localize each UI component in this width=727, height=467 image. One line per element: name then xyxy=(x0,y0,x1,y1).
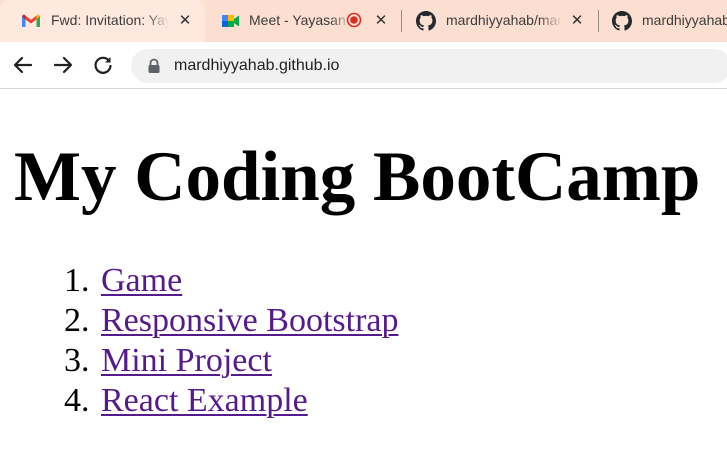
tab-title: mardhiyyahab/mardhiyyahab xyxy=(446,12,562,28)
google-meet-icon xyxy=(222,15,239,27)
tab-github-repo[interactable]: mardhiyyahab/mardhiyyahab ✕ xyxy=(402,0,597,42)
page-content: My Coding BootCamp 1. Game 2. Responsive… xyxy=(0,89,727,467)
link-mini-project[interactable]: Mini Project xyxy=(101,341,272,381)
forward-arrow-icon[interactable] xyxy=(51,53,75,77)
close-tab-icon[interactable]: ✕ xyxy=(569,12,585,28)
github-icon xyxy=(612,11,632,31)
link-game[interactable]: Game xyxy=(101,261,182,301)
list-number: 1. xyxy=(64,262,90,299)
tab-title: Meet - Yayasan xyxy=(249,12,346,28)
gmail-icon xyxy=(22,14,40,27)
lock-icon[interactable] xyxy=(147,58,161,74)
reload-icon[interactable] xyxy=(91,53,115,77)
tab-strip: Fwd: Invitation: Yayasan ✕ Meet - Yayasa… xyxy=(0,0,727,42)
page-title: My Coding BootCamp xyxy=(14,138,701,216)
link-react-example[interactable]: React Example xyxy=(101,381,308,421)
link-responsive-bootstrap[interactable]: Responsive Bootstrap xyxy=(101,301,398,341)
close-tab-icon[interactable]: ✕ xyxy=(177,12,193,28)
tab-title: mardhiyyahab xyxy=(642,12,727,28)
tab-gmail[interactable]: Fwd: Invitation: Yayasan ✕ xyxy=(0,0,205,42)
recording-indicator-icon xyxy=(346,12,362,28)
list-number: 4. xyxy=(64,382,90,419)
list-number: 3. xyxy=(64,342,90,379)
tab-github-profile[interactable]: mardhiyyahab xyxy=(599,0,727,42)
back-arrow-icon[interactable] xyxy=(11,53,35,77)
tab-title: Fwd: Invitation: Yayasan xyxy=(51,12,169,28)
list-number: 2. xyxy=(64,302,90,339)
url-text[interactable]: mardhiyyahab.github.io xyxy=(174,57,339,75)
close-tab-icon[interactable]: ✕ xyxy=(373,12,389,28)
github-icon xyxy=(416,11,436,31)
browser-toolbar: mardhiyyahab.github.io xyxy=(0,42,727,89)
tab-meet[interactable]: Meet - Yayasan ✕ xyxy=(205,0,401,42)
address-bar[interactable]: mardhiyyahab.github.io xyxy=(131,49,727,83)
